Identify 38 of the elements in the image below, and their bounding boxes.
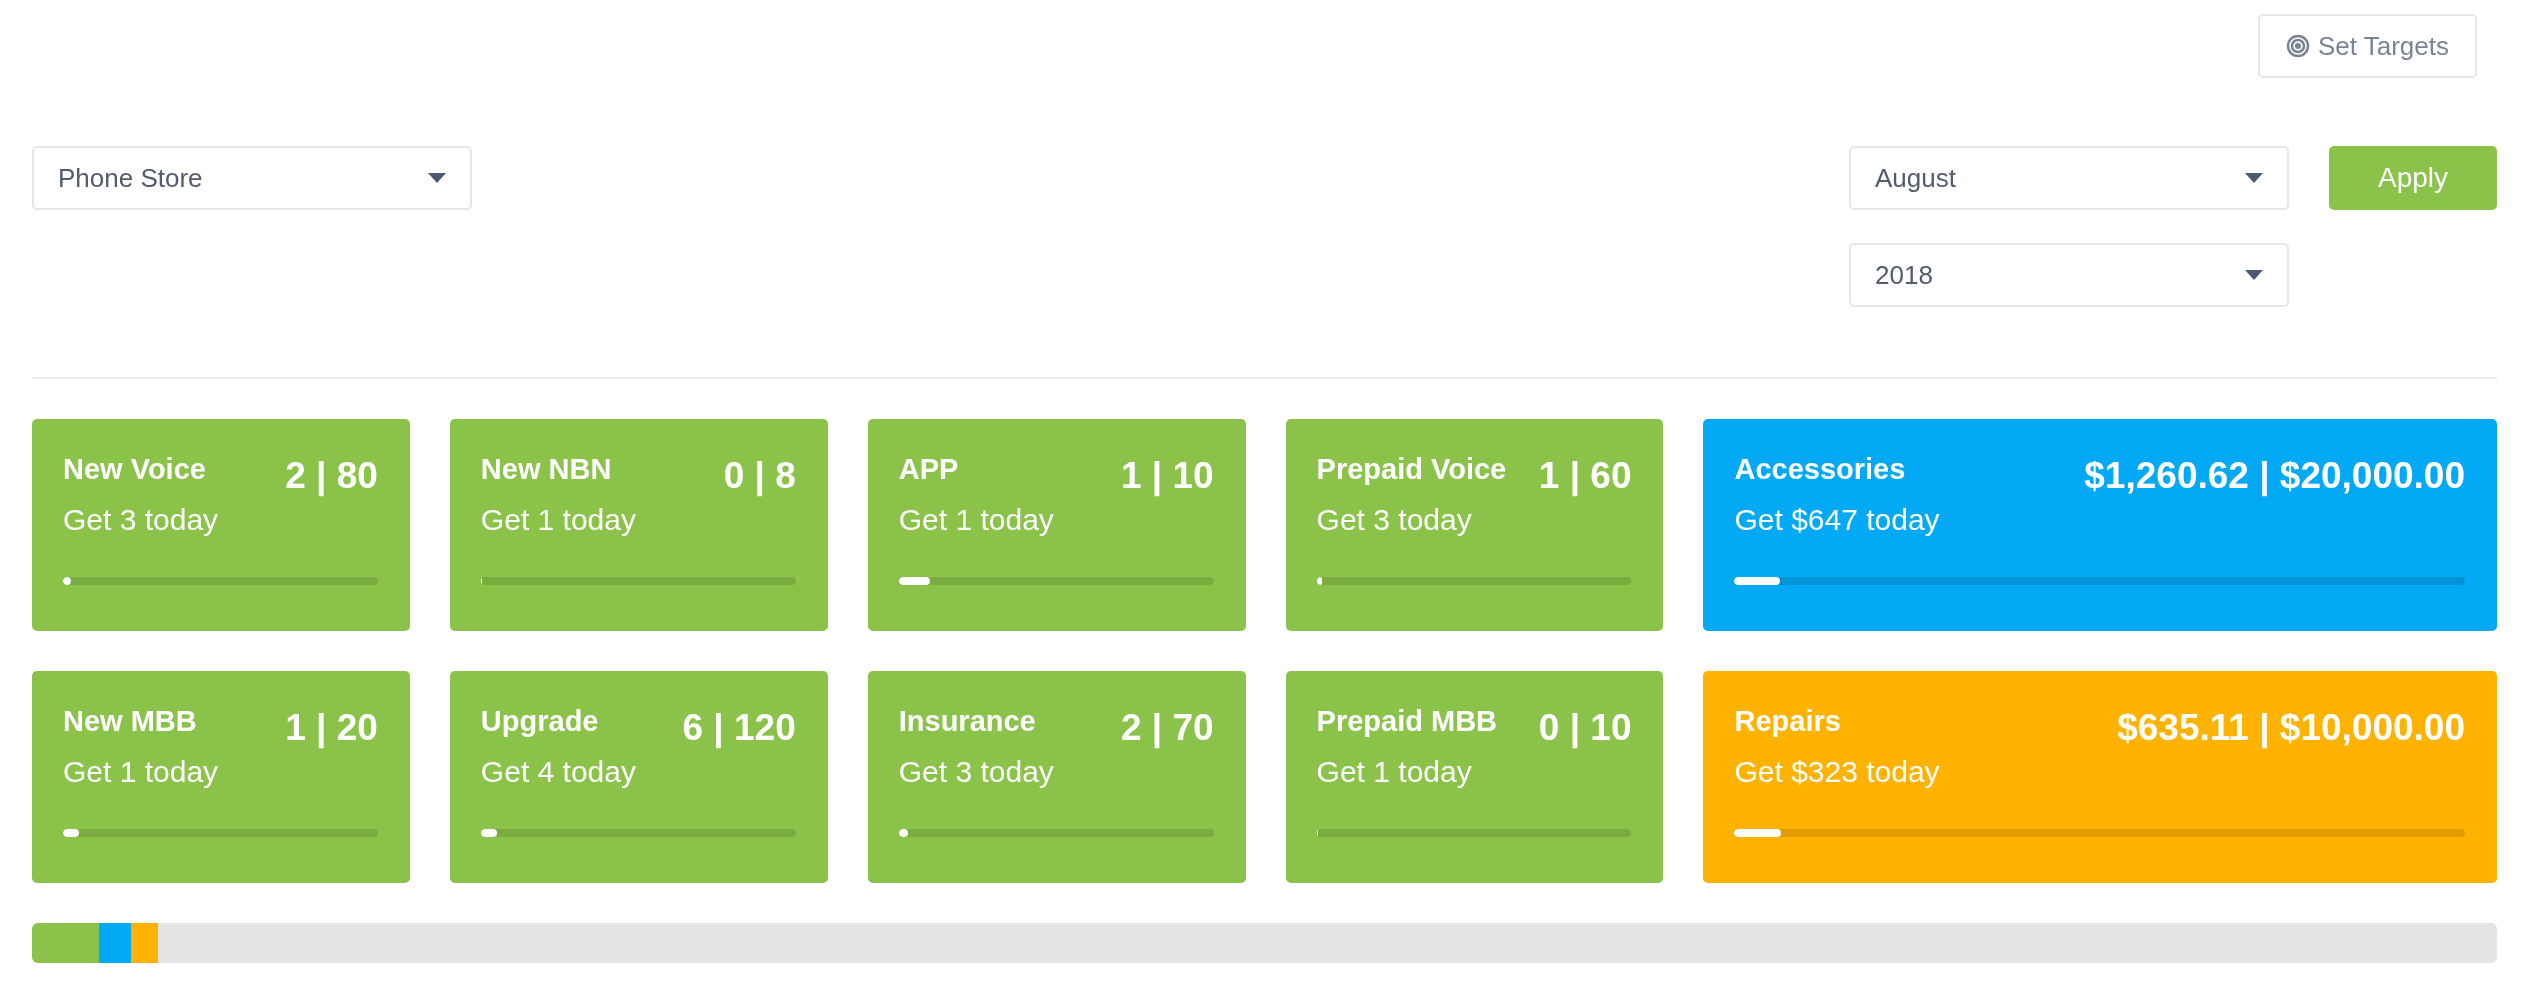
card-subtitle: Get 1 today <box>63 755 220 789</box>
card-value: 0 | 8 <box>723 455 796 497</box>
store-select[interactable]: Phone Store <box>32 146 472 210</box>
caret-icon <box>2245 270 2263 280</box>
card-subtitle: Get 3 today <box>1316 503 1473 537</box>
card-value: 0 | 10 <box>1538 707 1632 749</box>
target-icon <box>2285 34 2310 58</box>
card-title: New NBN <box>480 453 612 486</box>
card-title: Insurance <box>898 705 1036 738</box>
card-subtitle: Get 1 today <box>1316 755 1473 789</box>
card-subtitle: Get 3 today <box>898 755 1055 789</box>
card-subtitle: Get 3 today <box>63 503 220 537</box>
card-value: 1 | 20 <box>285 707 378 749</box>
card-subtitle: Get $647 today <box>1734 503 1941 537</box>
card-value: 1 | 10 <box>1120 455 1214 497</box>
card-value: 6 | 120 <box>682 707 796 749</box>
card-value: $635.11 | $10,000.00 <box>2117 707 2465 749</box>
card-title: Prepaid MBB <box>1316 705 1498 738</box>
card-title: APP <box>898 453 959 486</box>
caret-icon <box>2245 173 2263 183</box>
card-title: New Voice <box>63 453 206 486</box>
set-targets-button[interactable]: Set Targets <box>2257 14 2477 78</box>
card-title: New MBB <box>63 705 197 738</box>
card-value: 2 | 70 <box>1120 707 1214 749</box>
card-value: $1,260.62 | $20,000.00 <box>2084 455 2465 497</box>
card-subtitle: Get 1 today <box>480 503 637 537</box>
card-subtitle: Get 1 today <box>898 503 1055 537</box>
year-select[interactable]: 2018 <box>1849 243 2289 307</box>
card-title: Upgrade <box>480 705 599 738</box>
card-subtitle: Get 4 today <box>480 755 637 789</box>
card-title: Repairs <box>1734 705 1841 738</box>
card-subtitle: Get $323 today <box>1734 755 1941 789</box>
card-title: Accessories <box>1734 453 1906 486</box>
caret-icon <box>428 173 446 183</box>
card-title: Prepaid Voice <box>1316 453 1507 486</box>
month-select[interactable]: August <box>1849 146 2289 210</box>
card-value: 1 | 60 <box>1538 455 1632 497</box>
card-value: 2 | 80 <box>285 455 378 497</box>
